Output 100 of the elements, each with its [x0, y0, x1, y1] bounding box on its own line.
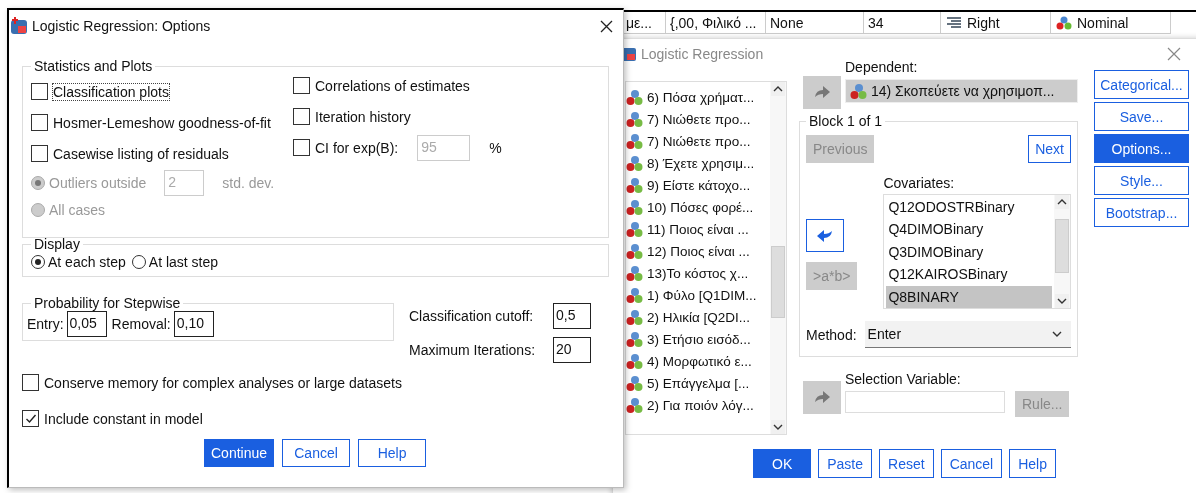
grid-cell: Right — [941, 12, 1051, 34]
unit-label: std. dev. — [222, 174, 275, 191]
dialog-button[interactable]: Style... — [1094, 166, 1189, 195]
scroll-up-icon[interactable] — [771, 82, 785, 96]
variable-item[interactable]: 2) Ηλικία [Q2DI... — [626, 306, 770, 328]
checkbox[interactable] — [22, 410, 39, 427]
field-label: Dependent: — [845, 59, 919, 75]
close-icon[interactable] — [600, 19, 613, 33]
arrow-left-icon — [815, 227, 835, 244]
checkbox-label[interactable]: Hosmer-Lemeshow goodness-of-fit — [53, 114, 271, 131]
dialog-button[interactable]: Reset — [879, 449, 934, 478]
nominal-icon — [626, 176, 643, 194]
radio-button[interactable] — [131, 255, 146, 269]
variable-item[interactable]: 2) Για ποιόν λόγ... — [626, 394, 770, 416]
covariate-item[interactable]: Q12KAIROSBinary — [886, 263, 1052, 286]
scroll-up-icon[interactable] — [1055, 195, 1069, 209]
group-title: Block 1 of 1 — [808, 113, 884, 129]
nominal-icon — [626, 242, 643, 260]
dialog-button[interactable]: Cancel — [940, 449, 1003, 478]
checkbox[interactable] — [293, 77, 310, 94]
arrow-right-icon — [812, 389, 832, 406]
variable-item[interactable]: 5) Επάγγελμα [... — [626, 372, 770, 394]
radio-label[interactable]: At each step — [48, 254, 126, 270]
dialog-button[interactable]: Options... — [1094, 134, 1189, 163]
scrollbar[interactable] — [1054, 195, 1070, 308]
window-title: Logistic Regression — [641, 46, 765, 62]
covariate-item[interactable]: Q8BINARY — [886, 285, 1052, 308]
checkbox[interactable] — [31, 145, 48, 162]
radio-label[interactable]: At last step — [148, 254, 219, 270]
field-label: Method: — [806, 326, 857, 343]
nominal-icon — [626, 374, 643, 392]
scrollbar-thumb[interactable] — [771, 246, 785, 318]
dialog-button[interactable]: OK — [753, 449, 812, 478]
variable-item[interactable]: 4) Μορφωτικό ε... — [626, 350, 770, 372]
dialog-button[interactable]: Bootstrap... — [1094, 198, 1189, 227]
dialog-button[interactable]: Continue — [204, 439, 275, 467]
radio-button[interactable] — [31, 255, 45, 269]
variable-item[interactable]: 9) Είστε κάτοχο... — [626, 174, 770, 196]
number-field[interactable]: 20 — [553, 337, 591, 363]
checkbox-label[interactable]: Iteration history — [315, 108, 411, 125]
group-title: Display — [33, 236, 81, 252]
scrollbar[interactable] — [770, 82, 786, 434]
checkmark-icon — [24, 412, 37, 425]
scroll-down-icon[interactable] — [1055, 294, 1069, 308]
checkbox-label[interactable]: Casewise listing of residuals — [53, 145, 229, 162]
nominal-icon — [626, 308, 643, 326]
field-label: Selection Variable: — [845, 371, 962, 387]
nominal-icon — [626, 154, 643, 172]
chevron-down-icon — [1051, 330, 1063, 338]
variable-item[interactable]: 7) Νιώθετε προ... — [626, 108, 770, 130]
checkbox[interactable] — [31, 83, 48, 100]
checkbox-label[interactable]: CI for exp(B): — [315, 139, 399, 156]
variable-item[interactable]: 12) Ποιος είναι ... — [626, 240, 770, 262]
checkbox-label[interactable]: Correlations of estimates — [315, 77, 470, 94]
dialog-button[interactable]: Categorical... — [1094, 70, 1189, 99]
checkbox[interactable] — [31, 114, 48, 131]
variable-item[interactable]: 3) Ετήσιο εισόδ... — [626, 328, 770, 350]
checkbox[interactable] — [293, 108, 310, 125]
arrow-right-icon — [812, 84, 832, 101]
checkbox[interactable] — [22, 374, 39, 391]
checkbox-label[interactable]: Conserve memory for complex analyses or large datasets — [44, 374, 402, 391]
dialog-button[interactable]: Cancel — [282, 439, 351, 467]
variable-item[interactable]: 7) Νιώθετε προ... — [626, 130, 770, 152]
checkbox-label[interactable]: Include constant in model — [44, 410, 203, 427]
scrollbar-thumb[interactable] — [1055, 219, 1069, 273]
dialog-button[interactable]: Save... — [1094, 102, 1189, 131]
grid-cell: None — [766, 12, 864, 34]
number-field[interactable]: 0,05 — [66, 311, 107, 337]
dialog-button[interactable]: Paste — [818, 449, 873, 478]
variable-item[interactable]: 1) Φύλο [Q1DIM... — [626, 284, 770, 306]
covariate-item[interactable]: Q3DIMOBinary — [886, 240, 1052, 264]
variable-item[interactable]: 6) Πόσα χρήματ... — [626, 86, 770, 108]
variable-item[interactable]: 13)Το κόστος χ... — [626, 262, 770, 284]
dialog-button[interactable]: Help — [1009, 449, 1056, 478]
move-button[interactable] — [806, 219, 844, 252]
covariate-item[interactable]: Q4DIMOBinary — [886, 218, 1052, 241]
checkbox-label[interactable]: Classification plots — [53, 83, 169, 100]
scroll-down-icon[interactable] — [771, 420, 785, 434]
align-right-icon — [945, 16, 963, 29]
nominal-icon — [626, 396, 643, 414]
number-field[interactable]: 0,10 — [173, 311, 214, 337]
grid-cell: {,00, Φιλικό ... — [666, 12, 766, 34]
dialog-button[interactable]: Help — [358, 439, 427, 467]
number-field[interactable]: 0,5 — [553, 303, 591, 329]
next-button[interactable]: Next — [1028, 135, 1071, 163]
field-label: Entry: — [27, 316, 64, 332]
variable-item[interactable]: 10) Πόσες φορέ... — [626, 196, 770, 218]
selection-field[interactable] — [845, 391, 1005, 413]
field-label: Maximum Iterations: — [409, 342, 536, 358]
nominal-icon — [626, 88, 643, 106]
method-dropdown[interactable]: Enter — [864, 321, 1071, 348]
variable-item[interactable]: 8) Έχετε χρησιμ... — [626, 152, 770, 174]
variable-item[interactable]: 11) Ποιος είναι ... — [626, 218, 770, 240]
unit-label: % — [489, 139, 502, 156]
field-label: Removal: — [111, 316, 171, 332]
dependent-field[interactable]: 14) Σκοπεύετε να χρησιμοπ... — [845, 79, 1078, 103]
nominal-icon — [626, 132, 643, 150]
covariate-item[interactable]: Q12ODOSTRBinary — [886, 196, 1052, 219]
group-title: Probability for Stepwise — [33, 295, 182, 311]
checkbox[interactable] — [293, 139, 310, 156]
